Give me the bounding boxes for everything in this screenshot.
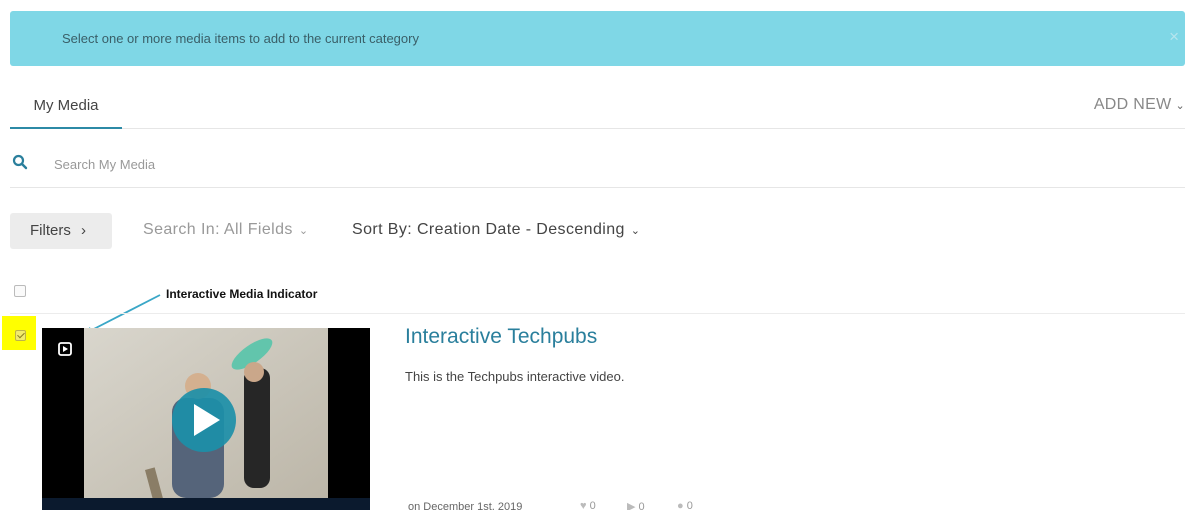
- comments-stat: ● 0: [677, 500, 693, 510]
- search-in-label: Search In: All Fields: [143, 221, 293, 238]
- search-in-dropdown[interactable]: Search In: All Fields ⌄: [143, 221, 308, 239]
- likes-count: 0: [589, 500, 596, 510]
- media-date: on December 1st, 2019: [408, 501, 523, 510]
- chevron-down-icon: ⌄: [630, 225, 641, 237]
- add-new-menu[interactable]: ADD NEW ⌄: [1094, 96, 1185, 114]
- plays-count: 0: [638, 501, 645, 510]
- interactive-media-icon: [58, 342, 72, 356]
- sort-by-dropdown[interactable]: Sort By: Creation Date - Descending ⌄: [352, 221, 640, 239]
- plays-stat: ▶ 0: [627, 500, 645, 510]
- info-alert: Select one or more media items to add to…: [10, 11, 1185, 66]
- alert-close-icon[interactable]: ×: [1169, 28, 1179, 45]
- comment-icon: ●: [677, 500, 684, 510]
- annotation-label: Interactive Media Indicator: [166, 287, 318, 301]
- row-divider: [10, 313, 1185, 314]
- likes-stat: ♥ 0: [580, 500, 596, 510]
- sort-by-label: Sort By: Creation Date - Descending: [352, 221, 625, 238]
- media-thumbnail[interactable]: [42, 328, 370, 510]
- comments-count: 0: [686, 500, 693, 510]
- media-title[interactable]: Interactive Techpubs: [405, 325, 597, 349]
- media-description: This is the Techpubs interactive video.: [405, 369, 625, 384]
- select-all-checkbox[interactable]: [14, 285, 26, 297]
- chevron-down-icon: ⌄: [298, 225, 309, 237]
- alert-message: Select one or more media items to add to…: [62, 31, 419, 46]
- search-input[interactable]: [54, 154, 654, 174]
- add-new-label: ADD NEW: [1093, 96, 1172, 113]
- tab-my-media[interactable]: My Media: [10, 84, 122, 129]
- play-icon: ▶: [627, 501, 636, 510]
- heart-icon: ♥: [580, 500, 587, 510]
- search-bar: [10, 146, 1185, 188]
- tab-bar: My Media ADD NEW ⌄: [10, 84, 1185, 129]
- thumbnail-image: [42, 328, 370, 510]
- chevron-right-icon: ›: [81, 222, 87, 239]
- filters-button[interactable]: Filters ›: [10, 213, 112, 249]
- media-select-checkbox[interactable]: [15, 330, 26, 341]
- search-icon[interactable]: [12, 154, 28, 170]
- chevron-down-icon: ⌄: [1175, 100, 1185, 112]
- filters-label: Filters: [30, 222, 71, 239]
